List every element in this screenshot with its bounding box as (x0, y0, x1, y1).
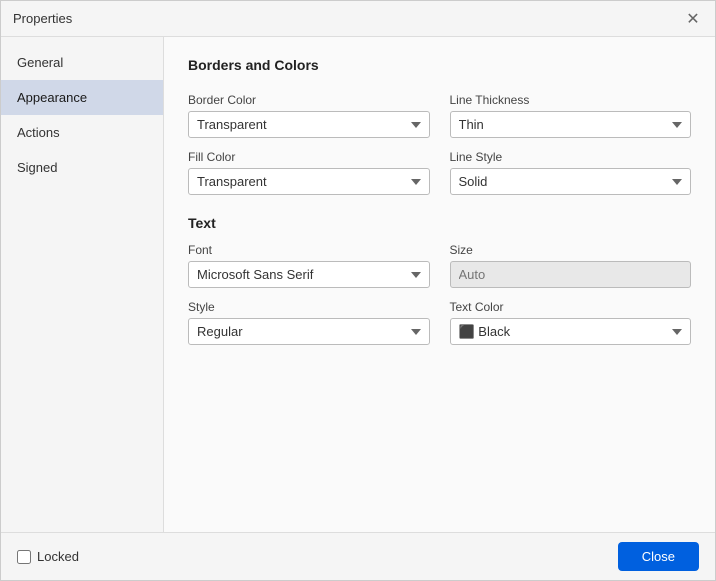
sidebar-item-signed[interactable]: Signed (1, 150, 163, 185)
locked-label[interactable]: Locked (17, 549, 79, 564)
fill-color-select[interactable]: Transparent Black White (188, 168, 430, 195)
sidebar-item-general[interactable]: General (1, 45, 163, 80)
locked-checkbox[interactable] (17, 550, 31, 564)
font-group: Font Microsoft Sans Serif Arial Times Ne… (188, 243, 430, 288)
locked-text: Locked (37, 549, 79, 564)
dialog-title: Properties (13, 11, 72, 26)
text-color-group: Text Color ⬛ Black ⬜ White 🟥 Red 🟦 Blue (450, 300, 692, 345)
row-font-size: Font Microsoft Sans Serif Arial Times Ne… (188, 243, 691, 288)
row-border-line: Border Color Transparent Black White Lin… (188, 93, 691, 138)
dialog-footer: Locked Close (1, 532, 715, 580)
line-thickness-label: Line Thickness (450, 93, 692, 107)
fill-color-group: Fill Color Transparent Black White (188, 150, 430, 195)
style-select[interactable]: Regular Bold Italic Bold Italic (188, 318, 430, 345)
line-thickness-select[interactable]: Thin Medium Thick (450, 111, 692, 138)
style-label: Style (188, 300, 430, 314)
size-input[interactable] (450, 261, 692, 288)
text-section-title: Text (188, 215, 691, 231)
text-color-select[interactable]: ⬛ Black ⬜ White 🟥 Red 🟦 Blue (450, 318, 692, 345)
text-color-label: Text Color (450, 300, 692, 314)
size-group: Size (450, 243, 692, 288)
close-icon[interactable]: ✕ (683, 9, 703, 29)
main-panel: Borders and Colors Border Color Transpar… (164, 37, 715, 532)
row-fill-style: Fill Color Transparent Black White Line … (188, 150, 691, 195)
titlebar: Properties ✕ (1, 1, 715, 37)
section-title: Borders and Colors (188, 57, 691, 77)
borders-colors-section: Border Color Transparent Black White Lin… (188, 93, 691, 195)
line-style-label: Line Style (450, 150, 692, 164)
line-thickness-group: Line Thickness Thin Medium Thick (450, 93, 692, 138)
text-section: Font Microsoft Sans Serif Arial Times Ne… (188, 243, 691, 345)
sidebar-item-actions[interactable]: Actions (1, 115, 163, 150)
style-group: Style Regular Bold Italic Bold Italic (188, 300, 430, 345)
close-button[interactable]: Close (618, 542, 699, 571)
row-style-color: Style Regular Bold Italic Bold Italic Te… (188, 300, 691, 345)
sidebar-item-appearance[interactable]: Appearance (1, 80, 163, 115)
font-select[interactable]: Microsoft Sans Serif Arial Times New Rom… (188, 261, 430, 288)
properties-dialog: Properties ✕ General Appearance Actions … (0, 0, 716, 581)
border-color-label: Border Color (188, 93, 430, 107)
line-style-group: Line Style Solid Dashed Dotted (450, 150, 692, 195)
line-style-select[interactable]: Solid Dashed Dotted (450, 168, 692, 195)
font-label: Font (188, 243, 430, 257)
size-label: Size (450, 243, 692, 257)
sidebar: General Appearance Actions Signed (1, 37, 164, 532)
dialog-content: General Appearance Actions Signed Border… (1, 37, 715, 532)
border-color-group: Border Color Transparent Black White (188, 93, 430, 138)
border-color-select[interactable]: Transparent Black White (188, 111, 430, 138)
fill-color-label: Fill Color (188, 150, 430, 164)
